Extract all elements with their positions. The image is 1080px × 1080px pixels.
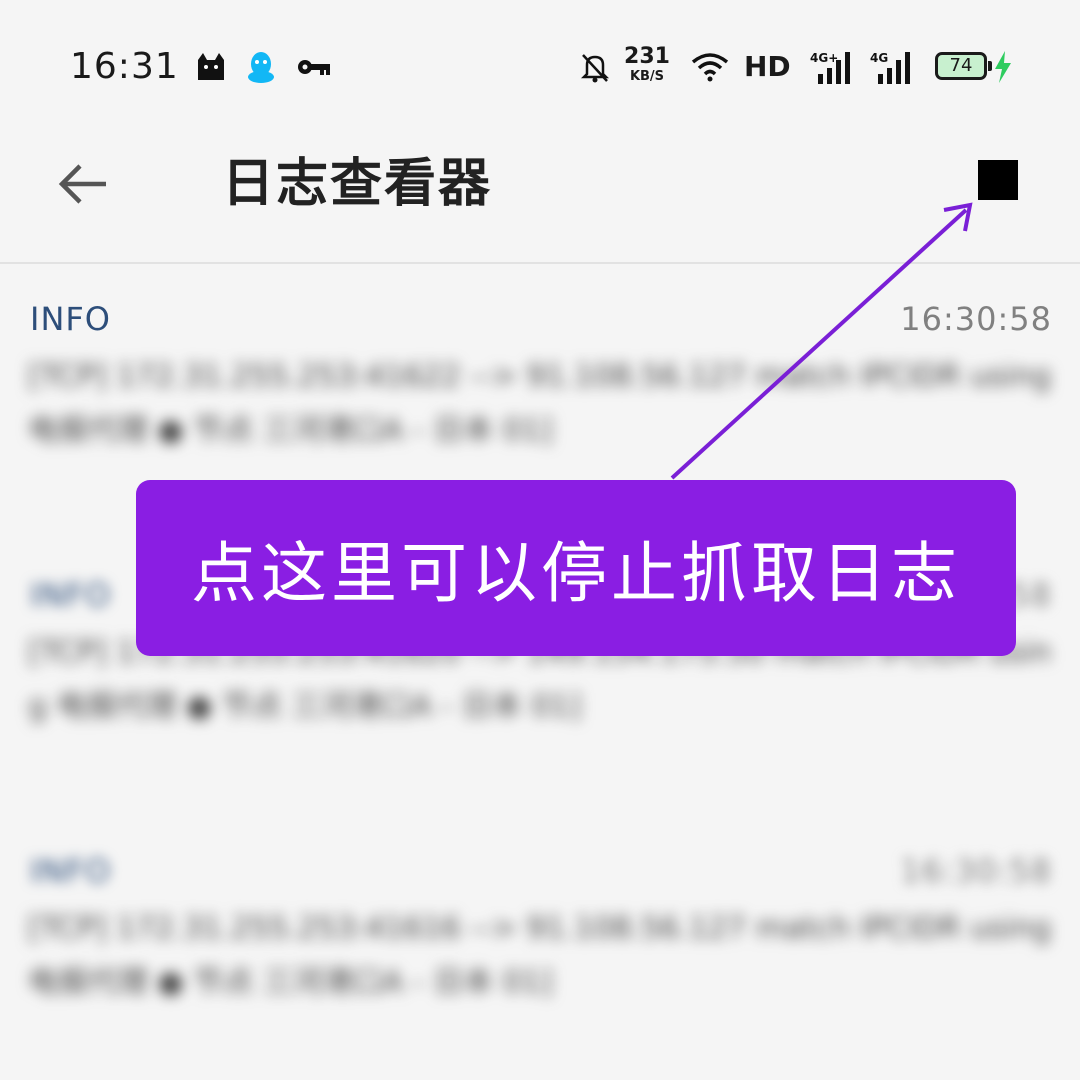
signal1-label: 4G+ [810, 51, 838, 65]
net-speed: 231 KB/S [624, 44, 670, 84]
log-list: INFO 16:30:58 [TCP] 172.31.255.253:41622… [0, 266, 1080, 1080]
log-entry[interactable]: INFO 16:30:58 [TCP] 172.31.255.253:41616… [28, 818, 1052, 1000]
cat-icon [198, 53, 224, 80]
qq-icon [248, 52, 274, 83]
signal2-label: 4G [870, 51, 888, 65]
status-time: 16:31 [70, 46, 179, 87]
charging-icon [995, 51, 1011, 83]
arrow-left-icon[interactable] [48, 148, 120, 220]
app-bar: 日志查看器 [0, 130, 1080, 264]
wifi-icon [691, 53, 729, 82]
log-level: INFO [30, 576, 111, 614]
hd-label: HD [744, 50, 791, 83]
annotation-text: 点这里可以停止抓取日志 [191, 535, 961, 612]
signal-icon: 4G [870, 51, 910, 84]
log-entry[interactable]: INFO 16:30:58 [TCP] 172.31.255.253:41622… [28, 266, 1052, 448]
log-level: INFO [30, 300, 111, 338]
stop-icon[interactable] [978, 160, 1018, 200]
net-speed-unit: KB/S [629, 69, 665, 84]
key-icon [298, 60, 330, 75]
battery-level: 74 [949, 55, 973, 76]
signal-icon: 4G+ [810, 51, 850, 84]
log-time: 16:30:58 [900, 852, 1052, 890]
status-bar: 16:31 231 KB/S HD 4G+ 4G 74 [0, 0, 1080, 130]
net-speed-value: 231 [624, 44, 670, 69]
log-time: 16:30:58 [900, 300, 1052, 338]
page-title: 日志查看器 [222, 154, 493, 214]
battery-icon: 74 [935, 52, 987, 80]
log-message: [TCP] 172.31.255.253:41622 --> 91.108.56… [28, 359, 1052, 448]
log-message: [TCP] 172.31.255.253:41616 --> 91.108.56… [28, 911, 1052, 1000]
log-level: INFO [30, 852, 111, 890]
bell-off-icon [580, 54, 610, 83]
annotation-tooltip: 点这里可以停止抓取日志 [136, 480, 1016, 656]
